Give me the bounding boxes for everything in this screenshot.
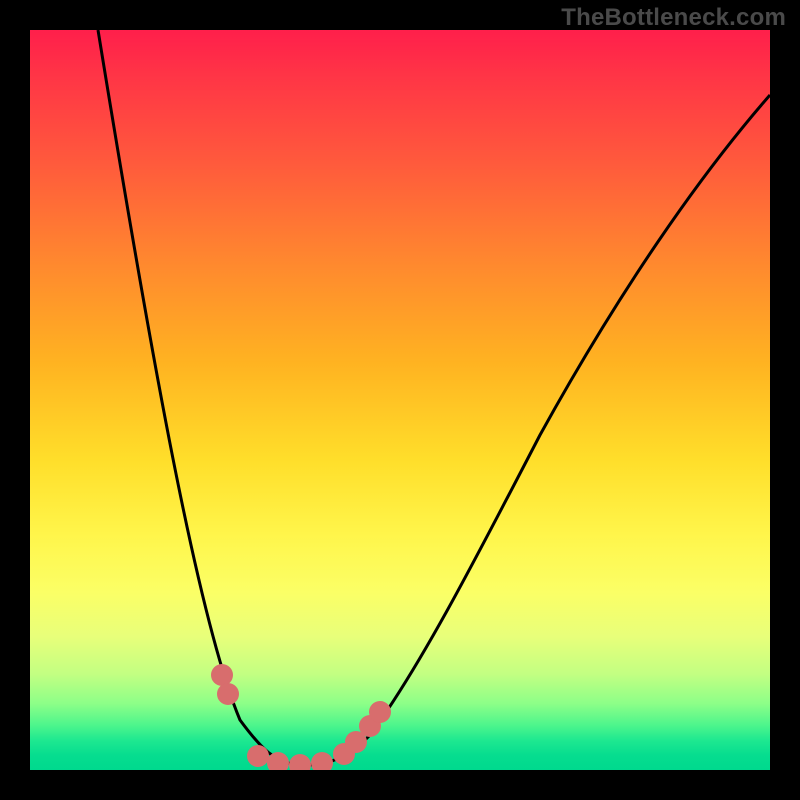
chart-svg [30,30,770,770]
plot-area [30,30,770,770]
marker-dot [369,701,391,723]
bottleneck-curve [98,30,770,765]
marker-dot [311,752,333,770]
chart-frame: TheBottleneck.com [0,0,800,800]
marker-dot [289,754,311,770]
marker-dot [211,664,233,686]
marker-dot [217,683,239,705]
marker-dot [247,745,269,767]
watermark-label: TheBottleneck.com [561,4,786,32]
